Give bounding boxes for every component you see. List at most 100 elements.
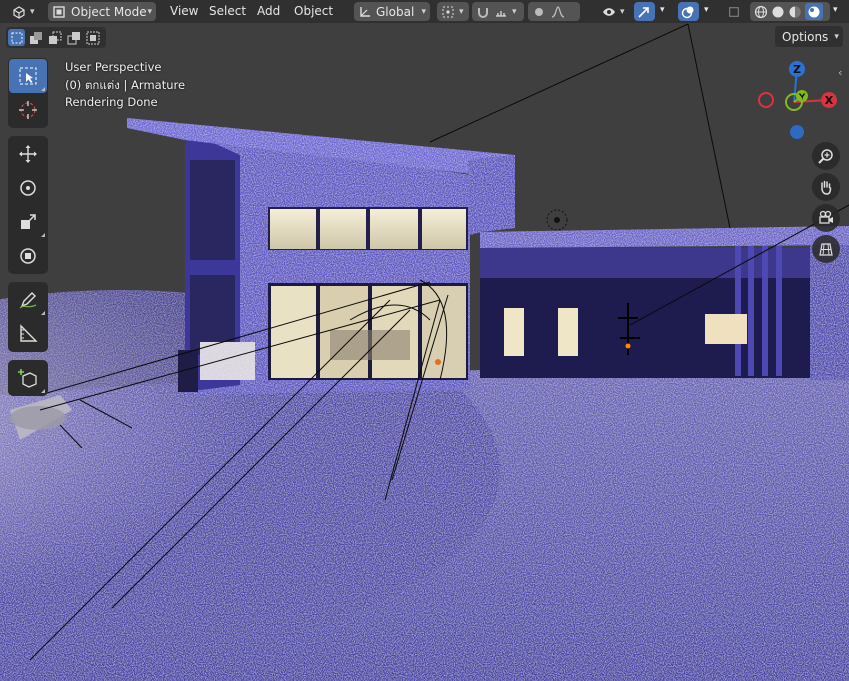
material-preview-icon[interactable] — [788, 5, 802, 19]
move-arrows-icon — [19, 145, 37, 163]
navigation-buttons — [812, 142, 842, 266]
3d-viewport[interactable] — [0, 23, 849, 681]
chevron-down-icon: ▾ — [620, 6, 625, 17]
menu-select[interactable]: Select — [209, 4, 246, 18]
viewport-header: ▾ Object Mode ▾ View Select Add Object G… — [0, 0, 849, 23]
pan-button[interactable] — [812, 173, 840, 201]
camera-icon — [819, 210, 833, 224]
pivot-icon — [442, 6, 454, 17]
select-tool-group — [8, 58, 48, 128]
z-axis-label: Z — [793, 63, 801, 76]
proportional-editing-group[interactable] — [528, 2, 580, 21]
add-cube-tool[interactable] — [9, 361, 47, 395]
selection-mode-group — [6, 27, 106, 48]
solid-shading-icon[interactable] — [771, 5, 785, 19]
chevron-down-icon: ▾ — [512, 6, 517, 17]
select-invert-button[interactable] — [65, 29, 82, 46]
grid-ortho-icon — [819, 243, 833, 256]
rendered-scene — [0, 23, 849, 681]
select-intersect-icon — [86, 31, 99, 44]
select-invert-icon — [67, 31, 80, 44]
scale-icon — [21, 214, 36, 229]
cursor-crosshair-icon — [19, 101, 37, 119]
hand-pan-icon — [821, 180, 832, 195]
select-set-icon — [11, 32, 22, 43]
xray-toggle[interactable] — [724, 2, 744, 21]
overlays-icon — [681, 6, 694, 18]
orientation-label: Global — [376, 4, 415, 19]
chevron-down-icon: ▾ — [147, 6, 152, 17]
rendered-shading-button[interactable] — [805, 3, 823, 20]
select-extend-button[interactable] — [27, 29, 44, 46]
select-subtract-button[interactable] — [46, 29, 63, 46]
viewport-info-overlay: User Perspective (0) ตกแต่ง | Armature R… — [65, 59, 185, 112]
render-status-label: Rendering Done — [65, 95, 158, 109]
zoom-icon — [818, 149, 833, 164]
chevron-down-icon: ▾ — [421, 6, 426, 17]
orientation-axes-icon — [360, 6, 370, 17]
select-new-button[interactable] — [8, 29, 25, 46]
annotate-tool-group — [8, 282, 48, 352]
rotate-icon — [20, 180, 36, 196]
navigation-gizmo[interactable]: Z X Y — [752, 58, 842, 148]
chevron-down-icon[interactable]: ▾ — [704, 5, 709, 15]
rotate-tool[interactable] — [9, 171, 47, 205]
x-axis-label: X — [825, 94, 834, 107]
menu-add[interactable]: Add — [257, 4, 280, 18]
chevron-down-icon: ▾ — [834, 31, 839, 42]
transform-tool-group — [8, 136, 48, 274]
menu-object[interactable]: Object — [294, 4, 333, 18]
move-tool[interactable] — [9, 137, 47, 171]
chevron-down-icon[interactable]: ▾ — [833, 5, 838, 15]
tool-shelf — [8, 58, 48, 404]
view-perspective-label: User Perspective — [65, 60, 162, 74]
editor-type-button[interactable]: ▾ — [8, 2, 40, 21]
select-extend-icon — [29, 31, 42, 44]
xray-icon — [729, 6, 739, 17]
ortho-toggle-button[interactable] — [812, 235, 840, 263]
falloff-curve-icon — [551, 5, 565, 18]
annotate-tool[interactable] — [9, 283, 47, 317]
camera-view-button[interactable] — [812, 204, 840, 232]
viewport-3d-icon — [13, 5, 25, 19]
options-dropdown[interactable]: Options ▾ — [775, 26, 843, 47]
rendered-shading-icon — [808, 6, 820, 17]
select-box-icon — [19, 67, 37, 85]
pencil-icon — [19, 292, 37, 309]
wireframe-shading-icon[interactable] — [754, 5, 768, 19]
gizmo-arrow-icon — [638, 6, 649, 18]
menu-view[interactable]: View — [170, 4, 198, 18]
active-object-label: (0) ตกแต่ง | Armature — [65, 77, 186, 92]
snapping-group[interactable]: ▾ — [472, 2, 524, 21]
select-subtract-icon — [48, 31, 61, 44]
measure-tool[interactable] — [9, 317, 47, 351]
overlays-toggle[interactable] — [678, 2, 699, 21]
options-label: Options — [782, 29, 829, 44]
transform-tool[interactable] — [9, 239, 47, 273]
add-tool-group — [8, 360, 48, 396]
select-intersect-button[interactable] — [84, 29, 101, 46]
gizmo-toggle[interactable] — [634, 2, 655, 21]
ruler-icon — [20, 324, 38, 342]
tool-settings-row: Options ▾ — [0, 23, 849, 51]
zoom-button[interactable] — [812, 142, 840, 170]
axis-gizmo[interactable]: Z X Y — [752, 58, 842, 148]
mode-dropdown[interactable]: Object Mode ▾ — [48, 2, 156, 21]
magnet-icon — [478, 7, 488, 18]
shading-mode-group — [750, 2, 830, 21]
pivot-point-dropdown[interactable]: ▾ — [437, 2, 469, 21]
transform-icon — [20, 248, 36, 264]
visibility-dropdown[interactable]: ▾ — [598, 2, 630, 21]
scale-tool[interactable] — [9, 205, 47, 239]
select-box-tool[interactable] — [9, 59, 47, 93]
chevron-down-icon: ▾ — [30, 6, 35, 17]
add-cube-icon — [18, 369, 37, 388]
transform-orientation-dropdown[interactable]: Global ▾ — [354, 2, 430, 21]
chevron-down-icon[interactable]: ▾ — [660, 5, 665, 15]
chevron-down-icon: ▾ — [459, 6, 464, 17]
object-mode-icon — [53, 5, 65, 18]
mode-label: Object Mode — [71, 4, 147, 19]
snap-increment-icon — [496, 10, 506, 17]
cursor-tool[interactable] — [9, 93, 47, 127]
proportional-edit-icon — [535, 7, 543, 16]
